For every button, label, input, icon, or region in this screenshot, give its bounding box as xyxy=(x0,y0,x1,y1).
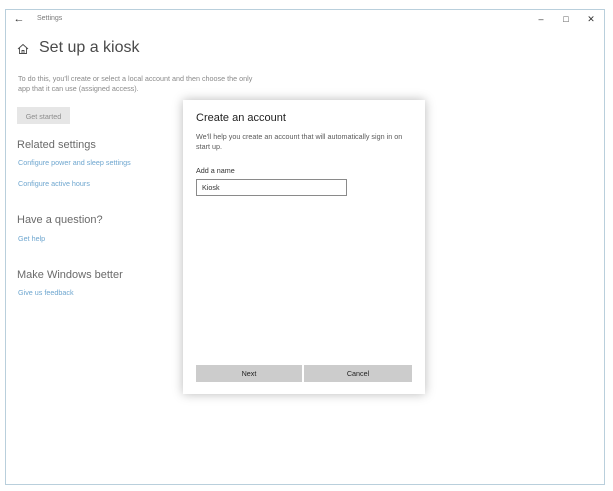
page-title: Set up a kiosk xyxy=(39,39,140,56)
minimize-icon[interactable]: – xyxy=(530,12,552,26)
power-sleep-settings-link[interactable]: Configure power and sleep settings xyxy=(18,158,131,167)
dialog-description: We'll help you create an account that wi… xyxy=(196,132,403,151)
make-windows-better-heading: Make Windows better xyxy=(17,269,123,281)
app-title: Settings xyxy=(37,15,63,22)
name-field-label: Add a name xyxy=(196,166,235,175)
maximize-icon[interactable]: □ xyxy=(555,12,577,26)
get-help-link[interactable]: Get help xyxy=(18,234,45,243)
title-bar: ← Settings – □ ✕ xyxy=(6,10,604,30)
question-heading: Have a question? xyxy=(17,214,103,226)
create-account-dialog: Create an account We'll help you create … xyxy=(183,100,425,394)
next-button[interactable]: Next xyxy=(196,365,302,382)
arrow-left-icon[interactable]: ← xyxy=(12,12,26,26)
close-icon[interactable]: ✕ xyxy=(580,12,602,26)
active-hours-link[interactable]: Configure active hours xyxy=(18,179,90,188)
get-started-button[interactable]: Get started xyxy=(17,107,70,124)
related-settings-heading: Related settings xyxy=(17,139,96,151)
page-description: To do this, you'll create or select a lo… xyxy=(18,74,253,93)
name-input[interactable] xyxy=(196,179,347,196)
home-icon xyxy=(17,43,29,54)
cancel-button[interactable]: Cancel xyxy=(304,365,412,382)
feedback-link[interactable]: Give us feedback xyxy=(18,288,74,297)
dialog-title: Create an account xyxy=(196,112,286,124)
